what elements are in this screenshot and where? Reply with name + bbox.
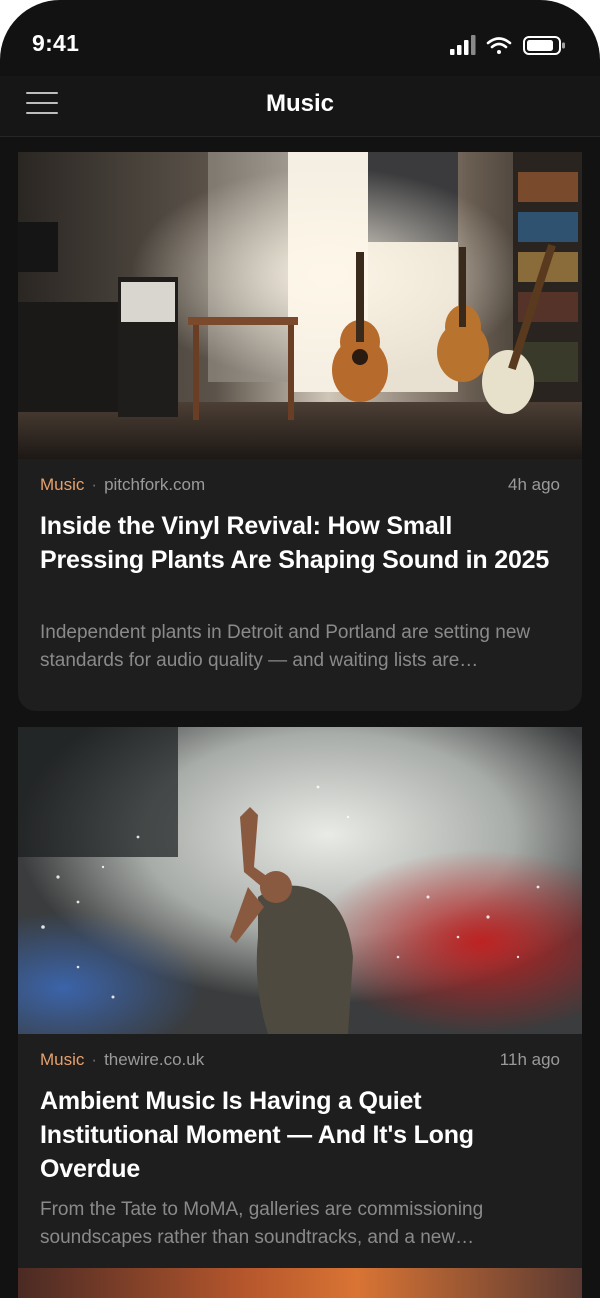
article-summary: Independent plants in Detroit and Portla… (40, 622, 531, 671)
status-time: 9:41 (32, 30, 80, 56)
cellular-signal-icon (450, 35, 476, 55)
article-title[interactable]: Inside the Vinyl Revival: How Small Pres… (40, 509, 560, 577)
status-icons (450, 35, 565, 55)
article-meta: Music · pitchfork.com 4h ago (40, 475, 560, 497)
phone-screen: 9:41 Music Music · pitchfork.com 4h ago … (0, 0, 600, 1298)
article-body: Music · thewire.co.uk 11h ago Ambient Musi… (18, 1034, 582, 1286)
article-image-concert-performer (18, 727, 582, 1034)
article-image-music-studio (18, 152, 582, 459)
status-bar: 9:41 (0, 0, 600, 76)
source-label: thewire.co.uk (104, 1050, 205, 1069)
meta-separator: · (91, 475, 98, 494)
article-meta: Music · thewire.co.uk 11h ago (40, 1050, 560, 1072)
article-summary: From the Tate to MoMA, galleries are com… (40, 1199, 484, 1248)
article-body: Music · pitchfork.com 4h ago Inside the Vi… (18, 459, 582, 711)
wifi-icon (486, 37, 512, 54)
page-title: Music (265, 90, 334, 117)
article-card[interactable]: Music · pitchfork.com 4h ago Inside the Vi… (18, 152, 582, 711)
meta-separator: · (91, 1050, 98, 1069)
article-card-partial[interactable] (18, 1268, 582, 1298)
article-image-partial (18, 1268, 582, 1298)
battery-icon (523, 36, 565, 55)
article-card[interactable]: Music · thewire.co.uk 11h ago Ambient Musi… (18, 727, 582, 1286)
source-label: pitchfork.com (104, 475, 206, 494)
category-label[interactable]: Music (40, 1050, 84, 1069)
timestamp: 11h ago (499, 1050, 560, 1069)
top-navigation-bar: Music (0, 76, 600, 137)
timestamp: 4h ago (508, 475, 560, 494)
category-label[interactable]: Music (40, 475, 84, 494)
article-title[interactable]: Ambient Music Is Having a Quiet Institut… (40, 1084, 560, 1186)
article-feed: Music · pitchfork.com 4h ago Inside the Vi… (18, 152, 582, 1298)
